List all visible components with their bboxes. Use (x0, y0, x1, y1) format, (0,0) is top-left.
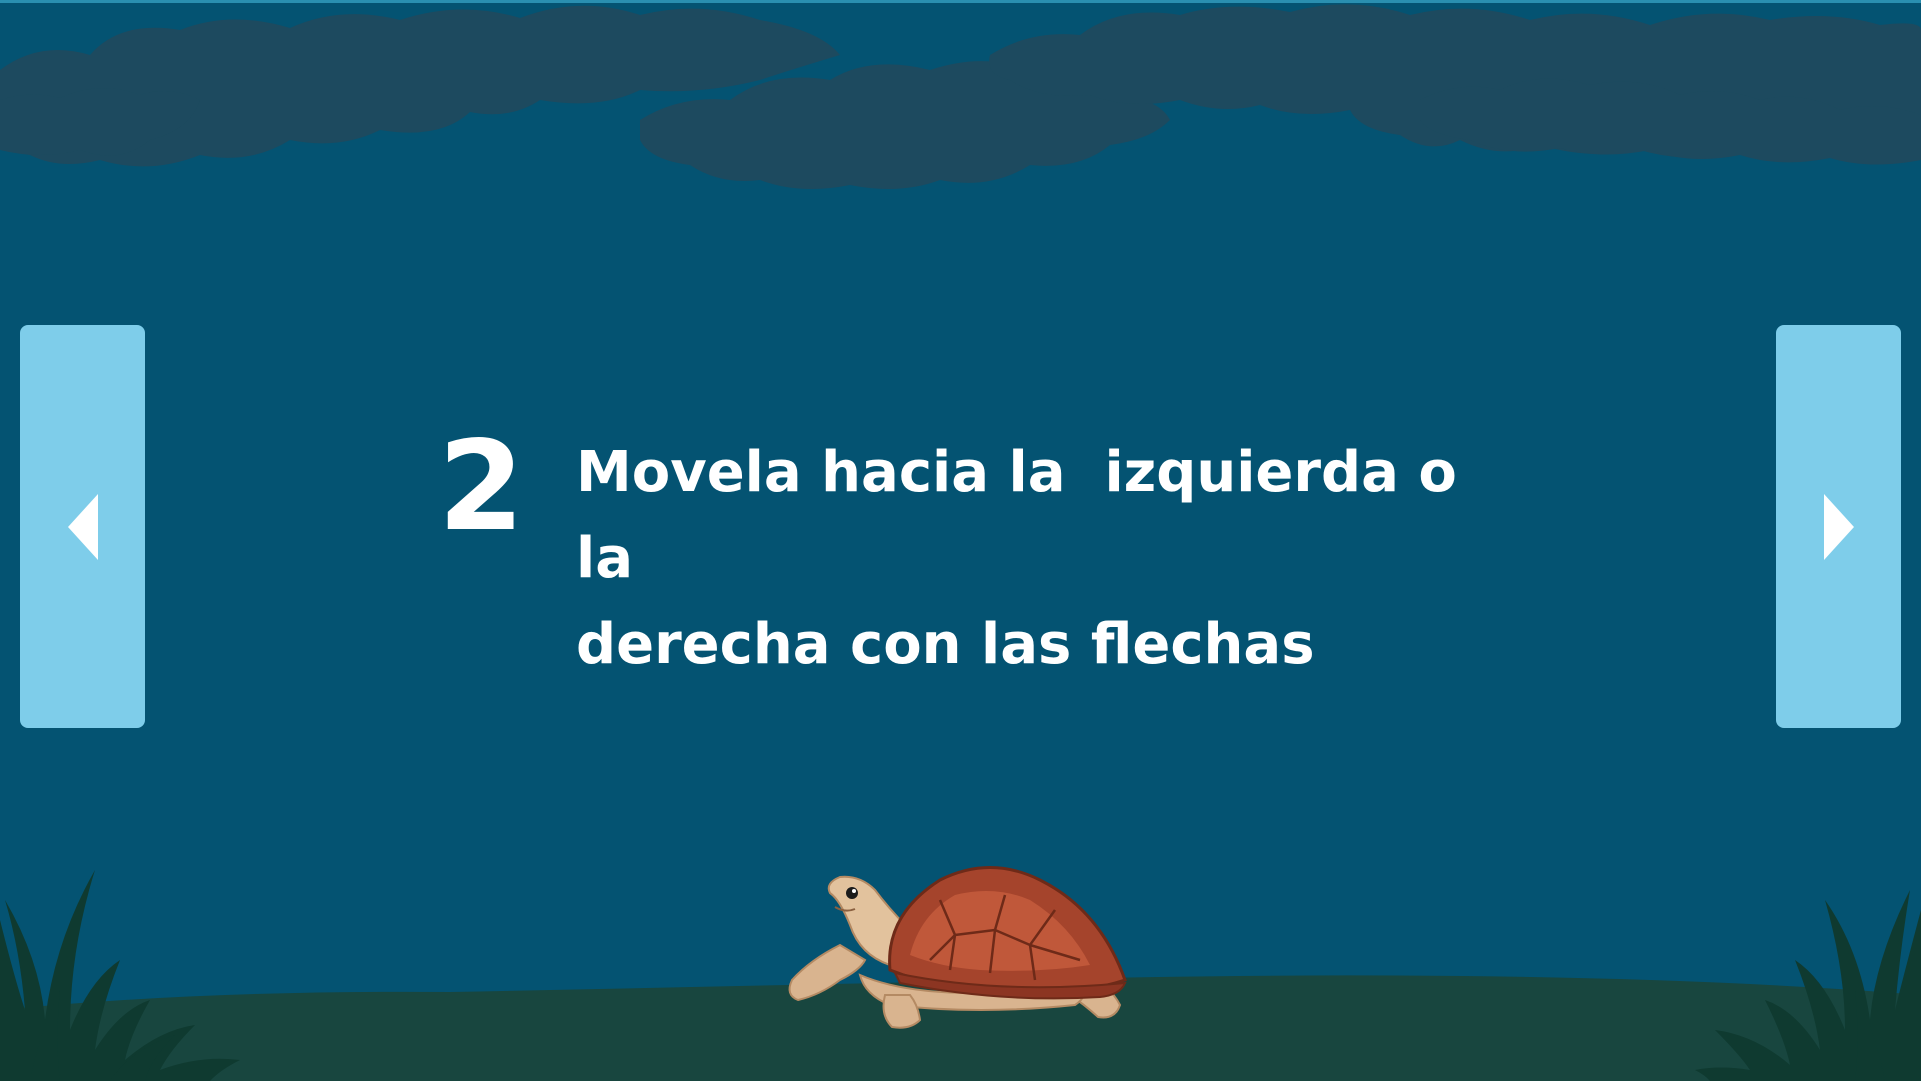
grass-left (0, 870, 240, 1081)
previous-button[interactable] (20, 325, 145, 728)
triangle-left-icon (67, 493, 98, 560)
turtle-eye (846, 887, 858, 899)
grass-right (1695, 890, 1921, 1081)
game-stage: 2 Movela hacia la izquierda o la derecha… (0, 0, 1921, 1081)
triangle-right-icon (1823, 493, 1854, 560)
step-number: 2 (438, 415, 525, 559)
next-button[interactable] (1776, 325, 1901, 728)
instruction-text: Movela hacia la izquierda o la derecha c… (576, 440, 1457, 677)
turtle-character (788, 866, 1127, 1029)
